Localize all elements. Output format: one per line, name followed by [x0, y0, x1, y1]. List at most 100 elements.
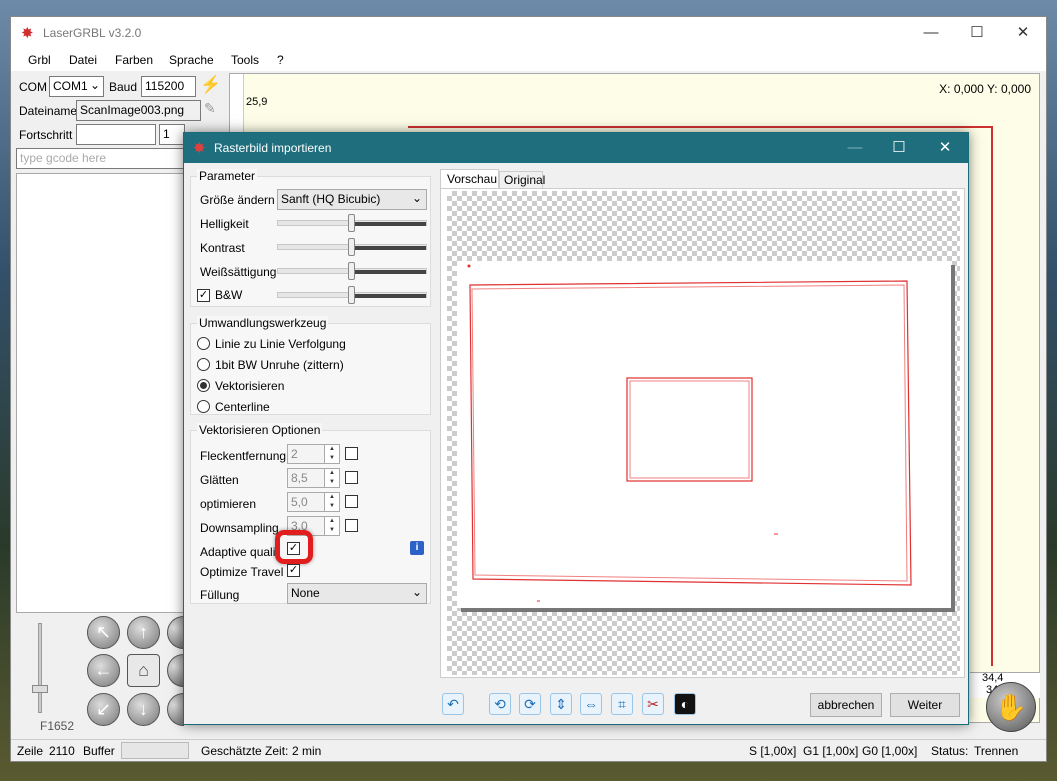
jog-nw-icon[interactable]: ↖: [87, 616, 120, 649]
minimize-icon[interactable]: —: [908, 17, 954, 49]
rotate-back-icon[interactable]: ↶: [442, 693, 464, 715]
menu-sprache[interactable]: Sprache: [169, 53, 214, 67]
status-label: Status:: [931, 744, 969, 758]
downsampling-stepper[interactable]: ▲ ▼: [324, 516, 340, 536]
speed-g0[interactable]: G0 [1,00x]: [862, 744, 917, 758]
rotate-right-icon[interactable]: ⟳: [519, 693, 541, 715]
jog-s-icon[interactable]: ↓: [127, 693, 160, 726]
tool-option-3[interactable]: Centerline: [215, 400, 270, 414]
feed-slider-thumb[interactable]: [32, 685, 48, 693]
optimieren-checkbox[interactable]: [345, 495, 358, 508]
menu-grbl[interactable]: Grbl: [28, 53, 51, 67]
home-icon[interactable]: ⌂: [127, 654, 160, 687]
optimieren-stepper[interactable]: ▲ ▼: [324, 492, 340, 512]
info-icon[interactable]: i: [410, 541, 424, 555]
minimize-icon[interactable]: —: [832, 133, 878, 163]
jog-sw-icon[interactable]: ↙: [87, 693, 120, 726]
jog-w-icon[interactable]: ←: [87, 654, 120, 687]
progress-bar: [76, 124, 156, 145]
downsampling-checkbox[interactable]: [345, 519, 358, 532]
resize-select[interactable]: Sanft (HQ Bicubic) ⌄: [277, 189, 427, 210]
vector-options-group: Vektorisieren Optionen Fleckentfernung 2…: [190, 423, 431, 604]
crop-icon[interactable]: ⌗: [611, 693, 633, 715]
optimize-travel-checkbox[interactable]: ✓: [287, 564, 300, 577]
contrast-thumb[interactable]: [348, 238, 355, 256]
glaetten-input[interactable]: 8,5: [287, 468, 325, 488]
file-label: Dateiname: [19, 104, 78, 118]
auto-trim-icon[interactable]: ✂: [642, 693, 664, 715]
fill-select[interactable]: None ⌄: [287, 583, 427, 604]
glaetten-stepper[interactable]: ▲ ▼: [324, 468, 340, 488]
eraser-icon[interactable]: ✎: [204, 100, 216, 117]
feed-slider-track[interactable]: [38, 623, 42, 713]
tab-original[interactable]: Original: [499, 171, 545, 189]
buffer-label: Buffer: [83, 744, 115, 758]
flip-vertical-icon[interactable]: ⇕: [550, 693, 572, 715]
glaetten-label: Glätten: [200, 473, 239, 487]
close-icon[interactable]: ✕: [1000, 17, 1046, 49]
menu-help[interactable]: ?: [277, 53, 284, 67]
menu-datei[interactable]: Datei: [69, 53, 97, 67]
white-thumb[interactable]: [348, 262, 355, 280]
flecken-stepper[interactable]: ▲ ▼: [324, 444, 340, 464]
menu-farben[interactable]: Farben: [115, 53, 153, 67]
downsampling-label: Downsampling: [200, 521, 279, 535]
tool-option-2[interactable]: Vektorisieren: [215, 379, 284, 393]
maximize-icon[interactable]: ☐: [876, 133, 922, 163]
dialog-title: Rasterbild importieren: [214, 141, 332, 155]
tool-option-1[interactable]: 1bit BW Unruhe (zittern): [215, 358, 344, 372]
app-title: LaserGRBL v3.2.0: [43, 26, 142, 40]
menu-tools[interactable]: Tools: [231, 53, 259, 67]
jog-se-icon[interactable]: [167, 693, 184, 726]
preview-panel: [440, 188, 965, 678]
bw-checkbox[interactable]: ✓: [197, 289, 210, 302]
raster-import-dialog: ✸ Rasterbild importieren — ☐ ✕ Parameter…: [183, 132, 969, 725]
time-label: Geschätzte Zeit:: [201, 744, 289, 758]
buffer-bar: [121, 742, 189, 759]
jog-e-icon[interactable]: [167, 654, 184, 687]
progress-stepper[interactable]: 1: [159, 124, 185, 145]
gcode-input[interactable]: type gcode here: [16, 148, 186, 169]
connect-icon[interactable]: ⚡: [200, 75, 221, 95]
flecken-input[interactable]: 2: [287, 444, 325, 464]
flecken-label: Fleckentfernung: [200, 449, 287, 463]
close-icon[interactable]: ✕: [922, 133, 968, 163]
tool-title: Umwandlungswerkzeug: [197, 316, 329, 330]
highlight-box: [275, 530, 313, 564]
resize-label: Größe ändern: [200, 193, 275, 207]
flecken-checkbox[interactable]: [345, 447, 358, 460]
chevron-down-icon: ⌄: [411, 191, 422, 205]
tab-vorschau[interactable]: Vorschau: [440, 169, 499, 189]
brightness-thumb[interactable]: [348, 214, 355, 232]
menu-bar: Grbl Datei Farben Sprache Tools ?: [11, 49, 1046, 71]
tool-radio-0[interactable]: [197, 337, 210, 350]
bw-thumb[interactable]: [348, 286, 355, 304]
optimieren-label: optimieren: [200, 497, 257, 511]
invert-icon[interactable]: ◐: [674, 693, 696, 715]
jog-n-icon[interactable]: ↑: [127, 616, 160, 649]
com-select[interactable]: COM1 ⌄: [49, 76, 104, 97]
next-button[interactable]: Weiter: [890, 693, 960, 717]
baud-select[interactable]: 115200: [141, 76, 196, 97]
glaetten-checkbox[interactable]: [345, 471, 358, 484]
file-name-field: ScanImage003.png: [76, 100, 201, 121]
cancel-button[interactable]: abbrechen: [810, 693, 882, 717]
tool-radio-2[interactable]: [197, 379, 210, 392]
tool-option-0[interactable]: Linie zu Linie Verfolgung: [215, 337, 346, 351]
feed-label: F1652: [40, 719, 75, 733]
stop-hand-icon[interactable]: ✋: [986, 682, 1036, 732]
tool-radio-3[interactable]: [197, 400, 210, 413]
tool-radio-1[interactable]: [197, 358, 210, 371]
brightness-label: Helligkeit: [200, 217, 249, 231]
jog-ne-icon[interactable]: [167, 616, 184, 649]
parameter-group: Parameter Größe ändern Sanft (HQ Bicubic…: [190, 169, 431, 307]
fill-label: Füllung: [200, 588, 240, 602]
maximize-icon[interactable]: ☐: [954, 17, 1000, 49]
flip-horizontal-icon[interactable]: ⇔: [580, 693, 602, 715]
preview-image: [457, 261, 951, 608]
speed-s[interactable]: S [1,00x]: [749, 744, 796, 758]
app-logo-icon: ✸: [193, 140, 206, 157]
optimieren-input[interactable]: 5,0: [287, 492, 325, 512]
speed-g1[interactable]: G1 [1,00x]: [803, 744, 858, 758]
rotate-left-icon[interactable]: ⟲: [489, 693, 511, 715]
